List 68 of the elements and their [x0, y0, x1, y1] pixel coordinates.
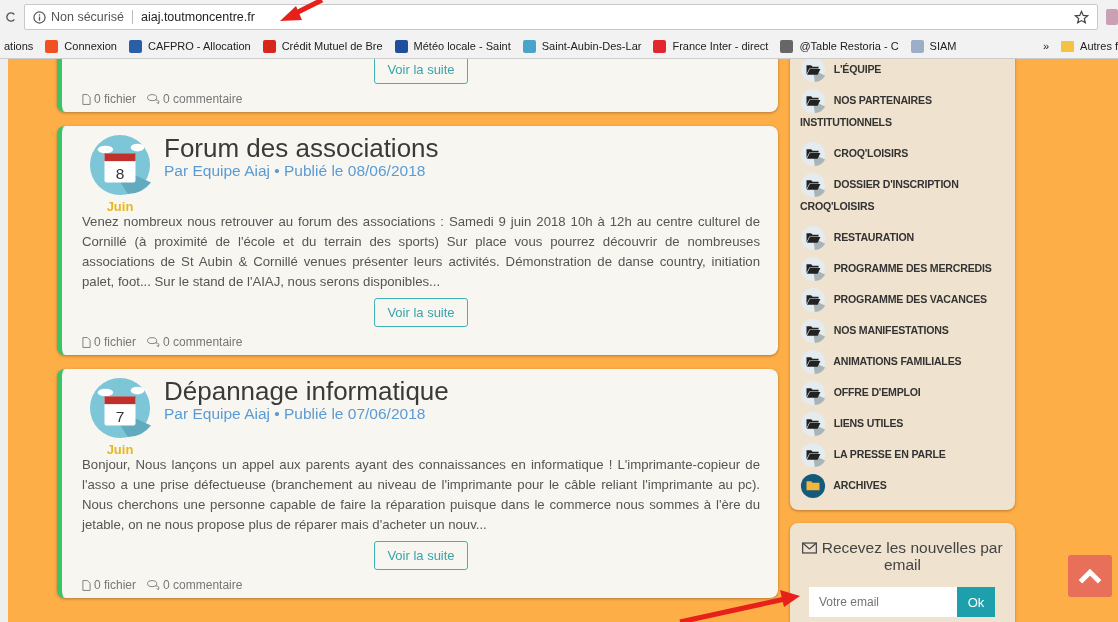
menu-item[interactable]: LA PRESSE EN PARLE [800, 438, 1007, 469]
reload-icon[interactable] [6, 10, 16, 24]
bookmark-item[interactable]: @Table Restoria - C [780, 39, 899, 53]
calendar-icon: 8 [89, 134, 151, 196]
bookmark-item[interactable]: Crédit Mutuel de Bre [262, 39, 383, 53]
menu-item[interactable]: NOS PARTENAIRES INSTITUTIONNELS [800, 84, 1007, 137]
folder-icon [800, 379, 826, 406]
comment-count: 0 commentaire [163, 335, 243, 349]
bookmark-item[interactable]: Connexion [45, 39, 117, 53]
menu-item[interactable]: LIENS UTILES [800, 407, 1007, 438]
bookmark-item[interactable]: CAFPRO - Allocation [128, 39, 251, 53]
folder-icon [800, 255, 826, 282]
url-text: aiaj.toutmoncentre.fr [140, 10, 255, 24]
bookmark-item[interactable]: France Inter - direct [653, 39, 769, 53]
comment-count: 0 commentaire [163, 578, 243, 592]
folder-icon [800, 317, 826, 344]
post-title[interactable]: Dépannage informatique [164, 377, 449, 405]
file-count: 0 fichier [94, 578, 137, 592]
info-icon[interactable] [33, 10, 46, 24]
star-icon[interactable] [1074, 9, 1089, 25]
post-excerpt: Bonjour, Nous lançons un appel aux parents ayant des connaissances en informatique ! L'imprimante-copieur de l'asso a une prise défectueuse (branchement au niveau de l'imprimante pour le câble reliant l'imprimante au pc). Nous cherchons une personne capable de faire la réparation puisque dans le commerce nous sommes à l'ère du jetable, on ne nous propose plus de réparer mais d'acheter un nouv... [82, 456, 760, 534]
post-excerpt: Venez nombreux nous retrouver au forum des associations : Samedi 9 juin 2018 10h à 12h au centre culturel de Cornillé (à proximité de l'école et du terrain des sports) Sur place vous pourrez découvrir de nombreuses associations de St Aubin & Cornillé venues présenter leurs activités. Démonstration de danse country, initiation palet, foot... Sur le stand de l'AIAJ, nous serons disponibles... [82, 213, 760, 291]
folder-icon [800, 472, 826, 499]
annotation-arrow [280, 0, 324, 21]
menu-item[interactable]: PROGRAMME DES MERCREDIS [800, 252, 1007, 283]
email-field[interactable]: Votre email [809, 587, 957, 617]
folder-icon [800, 140, 826, 167]
bookmark-item[interactable]: Météo locale - Saint [394, 39, 511, 53]
post-title[interactable]: Forum des associations [164, 134, 439, 162]
folder-icon [800, 87, 826, 114]
bookmark-folder[interactable]: Autres f [1061, 40, 1118, 52]
menu-item[interactable]: ANIMATIONS FAMILIALES [800, 345, 1007, 376]
menu-item[interactable]: L'ÉQUIPE [800, 59, 1007, 84]
scroll-top-button[interactable] [1068, 555, 1112, 597]
bookmark-item[interactable]: SIAM [910, 39, 957, 53]
menu-item[interactable]: NOS MANIFESTATIONS [800, 314, 1007, 345]
envelope-icon [802, 542, 818, 554]
bookmark-item[interactable]: Saint-Aubin-Des-Lar [522, 39, 642, 53]
file-icon [82, 579, 91, 591]
newsletter-title: Recevez les nouvelles par email [821, 539, 1003, 573]
folder-icon [800, 348, 826, 375]
file-icon [82, 336, 91, 348]
menu-item[interactable]: PROGRAMME DES VACANCES [800, 283, 1007, 314]
month-label: Juin [106, 199, 134, 214]
menu-item[interactable]: RESTAURATION [800, 221, 1007, 252]
menu-item[interactable]: DOSSIER D'INSCRIPTION CROQ'LOISIRS [800, 168, 1007, 221]
file-count: 0 fichier [94, 335, 137, 349]
calendar-icon: 7 [89, 377, 151, 439]
chevron-up-icon [1077, 567, 1103, 585]
folder-icon [800, 224, 826, 251]
month-label: Juin [106, 442, 134, 457]
menu-item[interactable]: ARCHIVES [800, 469, 1007, 500]
file-icon [82, 93, 91, 105]
more-bookmarks-button[interactable]: » [1042, 40, 1050, 52]
bookmark-item[interactable]: ations [4, 40, 34, 52]
menu-item[interactable]: OFFRE D'EMPLOI [800, 376, 1007, 407]
folder-icon [800, 171, 826, 198]
folder-icon [800, 441, 826, 468]
folder-icon [800, 410, 826, 437]
folder-icon [800, 59, 826, 83]
folder-icon [800, 286, 826, 313]
file-count: 0 fichier [94, 92, 137, 106]
address-bar[interactable]: Non sécurisé aiaj.toutmoncentre.fr [24, 4, 1098, 30]
post-meta: Par Equipe Aiaj • Publié le 08/06/2018 [164, 162, 427, 180]
menu-item[interactable]: CROQ'LOISIRS [800, 137, 1007, 168]
comment-count: 0 commentaire [163, 92, 243, 106]
security-label: Non sécurisé [51, 10, 133, 24]
post-meta: Par Equipe Aiaj • Publié le 07/06/2018 [164, 405, 427, 423]
